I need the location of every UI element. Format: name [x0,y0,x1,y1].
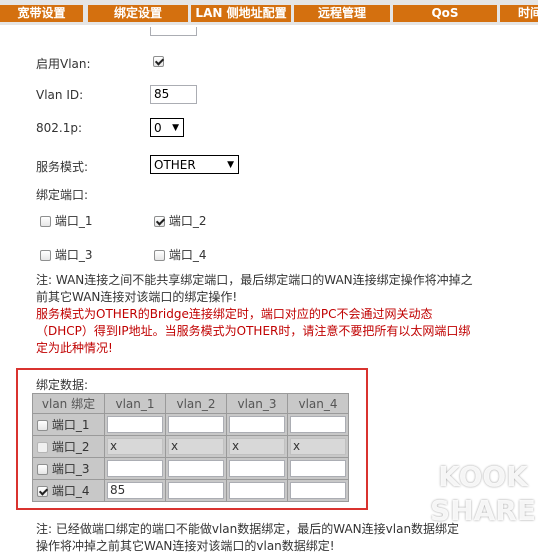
enable-vlan-label: 启用Vlan: [36,57,91,71]
chevron-down-icon: ▼ [172,123,179,133]
port-name: 端口_3 [51,462,90,476]
vlan-input[interactable] [168,416,224,433]
port-cell: 端口_1 [32,413,105,436]
vlan-input[interactable] [290,482,346,499]
tab-remote-management[interactable]: 远程管理 [294,5,390,22]
chevron-down-icon: ▼ [227,160,234,170]
port-3-option[interactable]: 端口_3 [40,246,92,263]
vlan-binding-note: 注: 已经做端口绑定的端口不能做vlan数据绑定，最后的WAN连接vlan数据绑… [36,522,460,553]
vlan-input: x [168,438,224,455]
port-name: 端口_1 [51,418,90,432]
port-cell: 端口_4 [32,479,105,502]
tab-lan-address-config[interactable]: LAN 侧地址配置 [191,5,291,22]
watermark-line2: SHARE [430,494,536,527]
watermark-line1: KOOK [438,460,528,493]
port-2-checkbox[interactable] [154,216,165,227]
row-checkbox [37,442,48,453]
row-checkbox[interactable] [37,486,48,497]
table-row: 端口_3 [32,457,349,480]
port-sharing-note: 注: WAN连接之间不能共享绑定端口，最后绑定端口的WAN连接绑定操作将冲掉之前… [36,273,473,304]
row-checkbox[interactable] [37,464,48,475]
table-row: 端口_2 x x x x [32,435,349,458]
dot1p-label: 802.1p: [36,121,83,135]
port-4-label: 端口_4 [168,248,207,262]
tab-qos[interactable]: QoS [393,5,497,22]
dot1p-select[interactable]: 0 ▼ [150,118,184,137]
tab-time[interactable]: 时间 [500,5,538,22]
vlan-input[interactable] [229,482,285,499]
column-header: vlan_1 [104,393,166,414]
port-4-option[interactable]: 端口_4 [154,246,206,263]
port-name: 端口_4 [51,484,90,498]
vlan-input: x [107,438,163,455]
vlan-id-input[interactable]: 85 [150,85,197,104]
watermark-logo: KOOK SHARE [428,460,538,545]
vlan-input[interactable] [107,416,163,433]
vlan-input[interactable] [229,416,285,433]
port-cell: 端口_3 [32,457,105,480]
port-1-checkbox[interactable] [40,216,51,227]
tab-broadband-settings[interactable]: 宽带设置 [0,5,83,22]
vlan-binding-table: vlan 绑定 vlan_1 vlan_2 vlan_3 vlan_4 端口_1… [32,393,349,502]
vlan-input[interactable] [168,482,224,499]
column-header: vlan_3 [226,393,288,414]
port-2-option[interactable]: 端口_2 [154,212,206,229]
port-4-checkbox[interactable] [154,250,165,261]
row-checkbox[interactable] [37,420,48,431]
vlan-input[interactable]: 85 [107,482,163,499]
service-mode-value: OTHER [154,158,196,172]
bind-ports-label: 绑定端口: [36,188,89,202]
port-cell: 端口_2 [32,435,105,458]
vlan-input[interactable] [290,460,346,477]
tab-binding-settings[interactable]: 绑定设置 [88,5,188,22]
port-3-label: 端口_3 [54,248,93,262]
table-header-row: vlan 绑定 vlan_1 vlan_2 vlan_3 vlan_4 [32,393,349,414]
scrolled-input-field[interactable] [150,27,197,36]
service-mode-select[interactable]: OTHER ▼ [150,155,239,174]
port-3-checkbox[interactable] [40,250,51,261]
service-mode-label: 服务模式: [36,160,89,174]
vlan-input[interactable] [107,460,163,477]
vlan-id-label: Vlan ID: [36,88,84,102]
column-header: vlan_4 [287,393,349,414]
binding-data-label: 绑定数据: [36,378,89,392]
port-1-option[interactable]: 端口_1 [40,212,92,229]
tab-bar: 宽带设置 绑定设置 LAN 侧地址配置 远程管理 QoS 时间 [0,0,538,25]
vlan-input[interactable] [290,416,346,433]
table-row: 端口_4 85 [32,479,349,502]
table-row: 端口_1 [32,413,349,436]
port-2-label: 端口_2 [168,214,207,228]
port-1-label: 端口_1 [54,214,93,228]
vlan-input[interactable] [168,460,224,477]
column-header: vlan 绑定 [32,393,105,414]
vlan-input: x [229,438,285,455]
column-header: vlan_2 [165,393,227,414]
dot1p-value: 0 [154,121,162,135]
vlan-input[interactable] [229,460,285,477]
service-mode-warning: 服务模式为OTHER的Bridge连接绑定时，端口对应的PC不会通过网关动态（D… [36,307,471,355]
port-name: 端口_2 [51,440,90,454]
enable-vlan-checkbox[interactable] [153,56,164,67]
vlan-input: x [290,438,346,455]
